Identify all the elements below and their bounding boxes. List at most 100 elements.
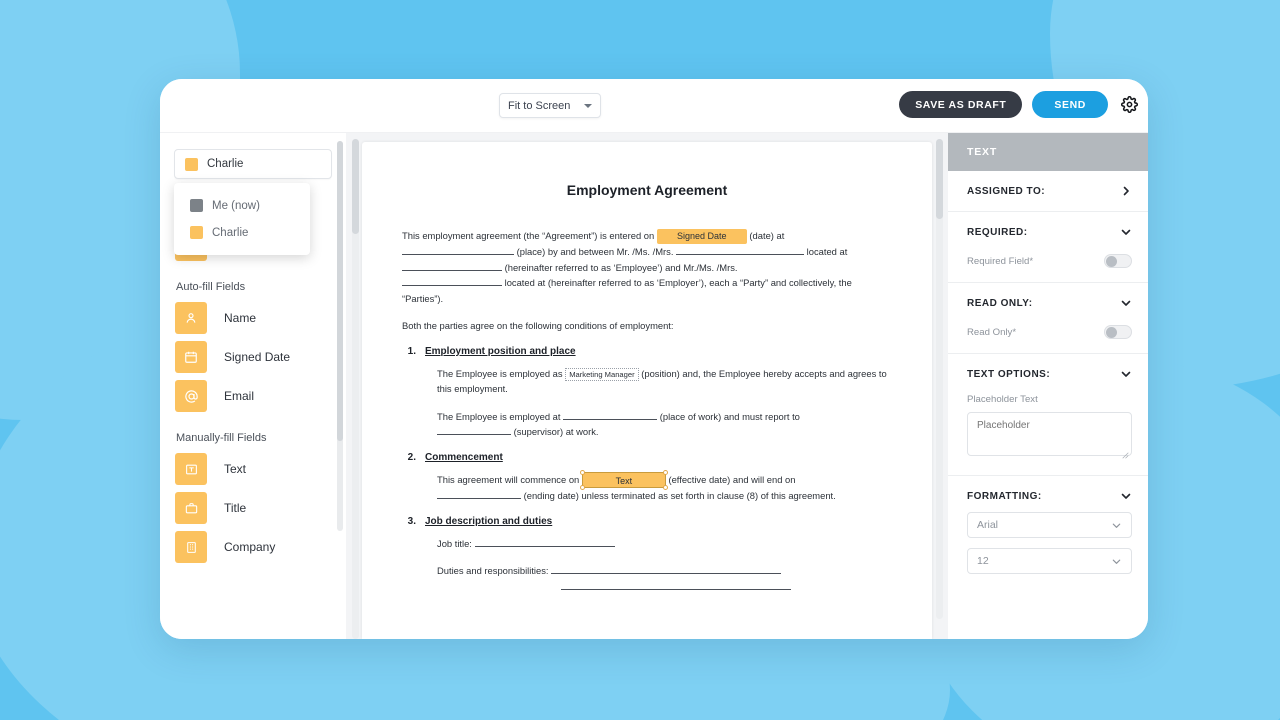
section-read-only-header[interactable]: READ ONLY: — [967, 297, 1132, 309]
field-item-name[interactable]: Name — [160, 301, 346, 335]
position-inline-field[interactable]: Marketing Manager — [565, 367, 639, 381]
toggle-knob — [1106, 256, 1117, 267]
clause-title: Commencement — [425, 451, 503, 463]
properties-panel: TEXT ASSIGNED TO: REQUIRED: Required Fie… — [948, 133, 1148, 639]
recipient-selector[interactable]: Charlie — [174, 149, 332, 179]
document-title: Employment Agreement — [566, 182, 728, 198]
dropdown-item-label: Me (now) — [212, 199, 260, 212]
field-item-title[interactable]: Title — [160, 491, 346, 525]
read-only-toggle[interactable] — [1104, 325, 1132, 339]
section-formatting: FORMATTING: Arial 12 — [948, 476, 1148, 588]
clause-text: (supervisor) at work. — [513, 426, 599, 438]
font-size-value: 12 — [977, 555, 989, 567]
properties-scrollbar-thumb[interactable] — [936, 139, 943, 219]
document-page[interactable]: Employment Agreement This employment agr… — [362, 142, 932, 639]
clause-item: 3. Job description and duties Job title:… — [402, 516, 892, 595]
recipient-name: Charlie — [207, 158, 244, 170]
clause-paragraph: Duties and responsibilities: — [437, 563, 892, 594]
document-scrollbar-thumb[interactable] — [352, 139, 359, 234]
clause-title: Employment position and place — [425, 345, 576, 357]
field-label: Title — [224, 501, 247, 515]
text-field-tag-selected[interactable]: Text — [579, 470, 668, 491]
clause-number: 1. — [407, 345, 416, 357]
resize-handle[interactable] — [579, 470, 585, 476]
chevron-right-icon — [1120, 185, 1132, 197]
section-text-options: TEXT OPTIONS: Placeholder Text — [948, 354, 1148, 476]
sidebar-scrollbar[interactable] — [337, 141, 343, 531]
recipient-color-swatch — [190, 226, 203, 239]
clause-list: 1. Employment position and place The Emp… — [402, 346, 892, 595]
briefcase-icon — [175, 492, 207, 524]
section-title: READ ONLY: — [967, 297, 1033, 309]
clause-body: Job title: Duties and responsibilities: — [402, 536, 892, 595]
section-text-options-header[interactable]: TEXT OPTIONS: — [967, 368, 1132, 380]
dropdown-item-charlie[interactable]: Charlie — [174, 219, 310, 246]
gear-icon[interactable] — [1120, 96, 1138, 114]
save-as-draft-button[interactable]: SAVE AS DRAFT — [899, 91, 1023, 118]
section-required: REQUIRED: Required Field* — [948, 212, 1148, 283]
blank-line — [676, 254, 805, 256]
blank-line — [561, 588, 791, 590]
chevron-down-icon — [1120, 226, 1132, 238]
blank-line — [402, 285, 502, 287]
manually-fill-field-group: Text Title Company — [160, 452, 346, 564]
dropdown-item-me[interactable]: Me (now) — [174, 192, 310, 219]
blank-line — [402, 254, 514, 256]
toolbar-actions: SAVE AS DRAFT SEND — [899, 91, 1140, 118]
properties-scrollbar[interactable] — [936, 139, 943, 619]
placeholder-text-input[interactable] — [967, 412, 1132, 456]
field-item-email[interactable]: Email — [160, 379, 346, 413]
field-item-text[interactable]: Text — [160, 452, 346, 486]
zoom-level-select[interactable]: Fit to Screen — [499, 93, 601, 118]
properties-panel-wrap: TEXT ASSIGNED TO: REQUIRED: Required Fie… — [936, 133, 1148, 639]
clause-text: (ending date) unless terminated as set f… — [523, 490, 836, 502]
clause-item: 2. Commencement This agreement will comm… — [402, 452, 892, 504]
document-scrollbar[interactable] — [352, 139, 359, 639]
app-window: Fit to Screen SAVE AS DRAFT SEND Charlie — [160, 79, 1148, 639]
font-family-value: Arial — [977, 519, 999, 531]
chevron-down-icon — [584, 103, 592, 108]
field-label: Email — [224, 389, 255, 403]
required-field-toggle[interactable] — [1104, 254, 1132, 268]
field-item-company[interactable]: Company — [160, 530, 346, 564]
conditions-line: Both the parties agree on the following … — [402, 320, 674, 332]
read-only-label: Read Only* — [967, 326, 1017, 338]
chevron-down-icon — [1120, 368, 1132, 380]
section-formatting-header[interactable]: FORMATTING: — [967, 490, 1132, 502]
clause-text: The Employee is employed at — [437, 410, 561, 422]
zoom-level-value: Fit to Screen — [508, 99, 571, 112]
chevron-down-icon — [1120, 490, 1132, 502]
clause-number: 2. — [407, 451, 416, 463]
building-icon — [175, 531, 207, 563]
required-field-label: Required Field* — [967, 255, 1034, 267]
section-title: REQUIRED: — [967, 226, 1028, 238]
field-label: Text — [224, 462, 247, 476]
blank-line — [437, 498, 521, 500]
field-label: Signed Date — [224, 350, 291, 364]
placeholder-text-label: Placeholder Text — [967, 394, 1038, 405]
clause-title: Job description and duties — [425, 515, 553, 527]
clause-number: 3. — [407, 515, 416, 527]
section-assigned-to: ASSIGNED TO: — [948, 171, 1148, 212]
clause-paragraph: The Employee is employed at (place of wo… — [437, 409, 892, 440]
intro-text-3: (place) by and between Mr. /Ms. /Mrs. — [516, 246, 674, 258]
calendar-icon — [175, 341, 207, 373]
sidebar-scrollbar-thumb[interactable] — [337, 141, 343, 441]
send-button[interactable]: SEND — [1032, 91, 1108, 118]
intro-text-6: located at (hereinafter referred to as ‘… — [402, 277, 852, 304]
field-label: Name — [224, 311, 257, 325]
section-assigned-to-header[interactable]: ASSIGNED TO: — [967, 185, 1132, 197]
section-read-only: READ ONLY: Read Only* — [948, 283, 1148, 354]
clause-heading: 1. Employment position and place — [402, 346, 892, 357]
clause-text: This agreement will commence on — [437, 473, 580, 485]
blank-line — [474, 545, 615, 547]
signed-date-field-tag[interactable]: Signed Date — [656, 229, 747, 245]
section-required-header[interactable]: REQUIRED: — [967, 226, 1132, 238]
font-family-select[interactable]: Arial — [967, 512, 1132, 538]
field-item-signed-date[interactable]: Signed Date — [160, 340, 346, 374]
font-size-select[interactable]: 12 — [967, 548, 1132, 574]
intro-text-2: (date) at — [749, 230, 785, 241]
toolbar: Fit to Screen SAVE AS DRAFT SEND — [160, 79, 1148, 133]
required-field-row: Required Field* — [967, 254, 1132, 268]
clause-text: (effective date) and will end on — [668, 473, 796, 485]
